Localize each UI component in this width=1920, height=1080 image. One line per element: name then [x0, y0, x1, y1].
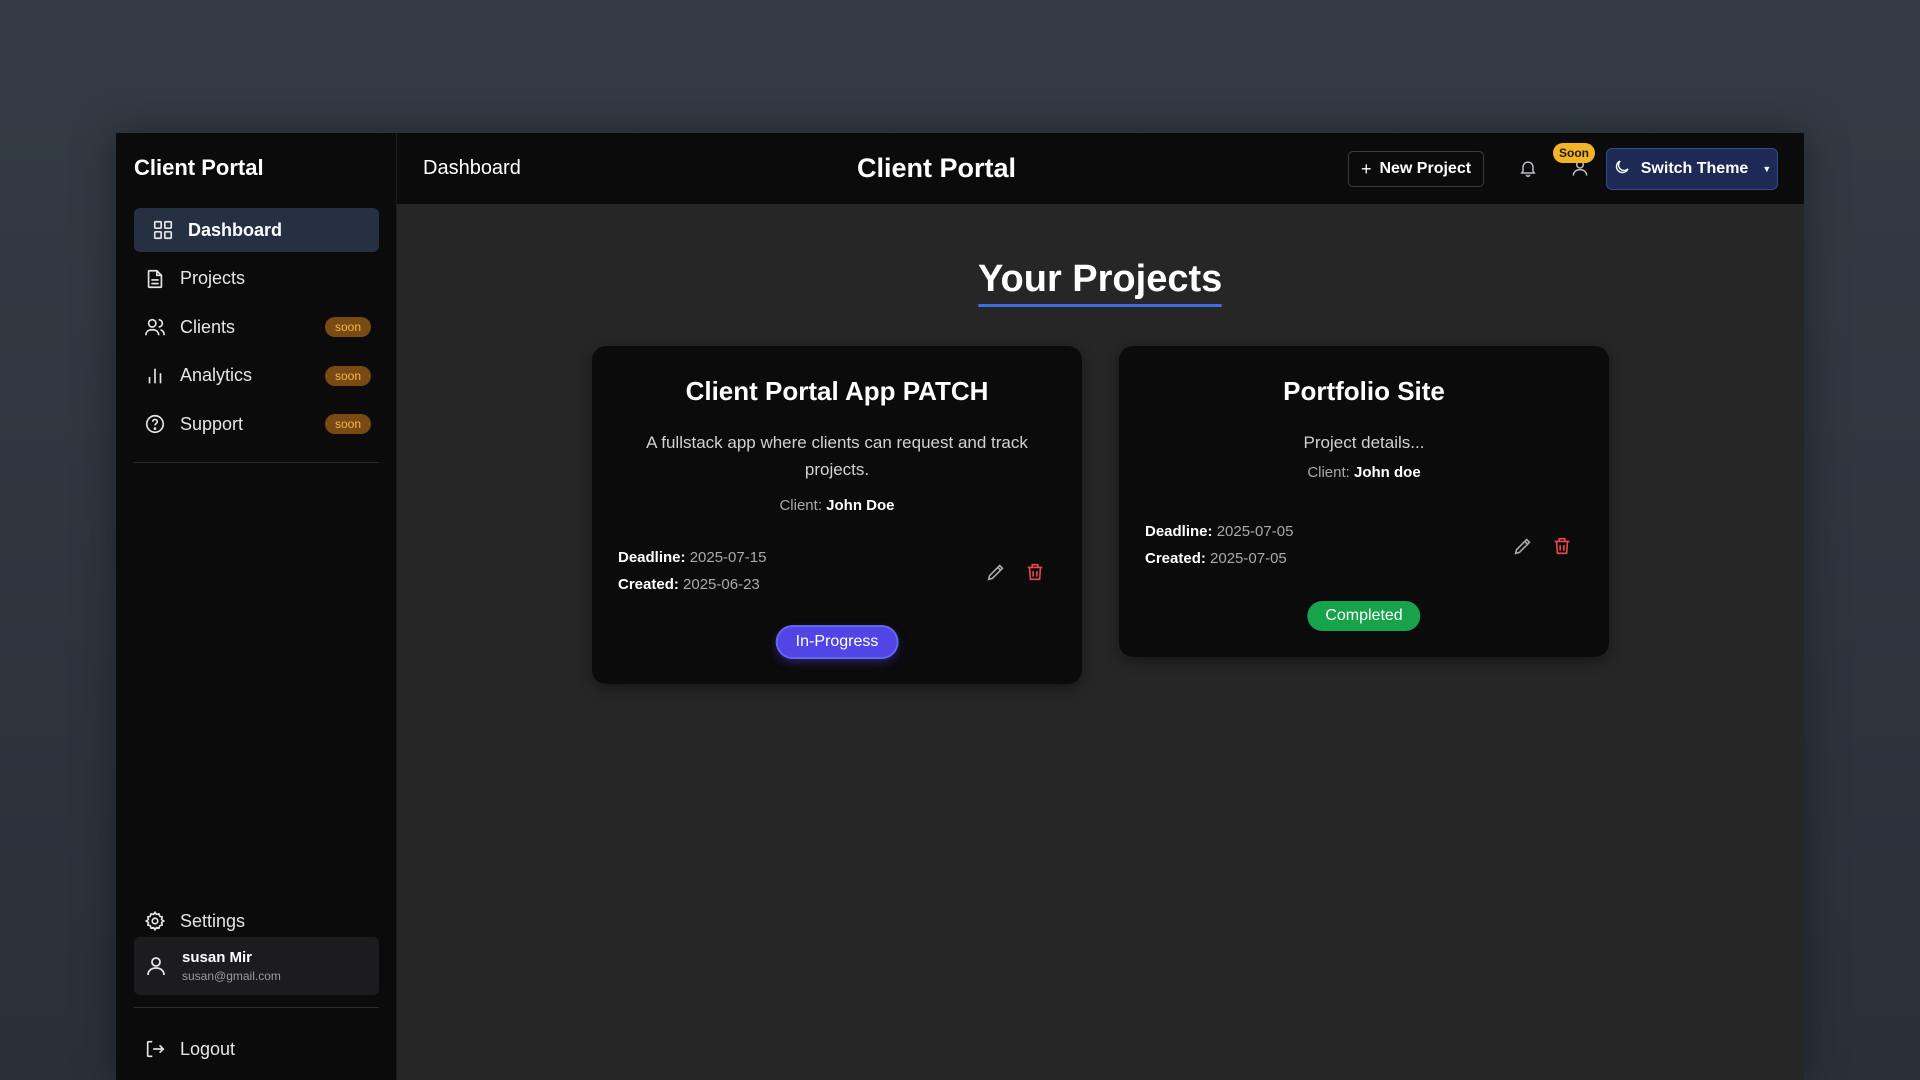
- app-title: Client Portal: [857, 153, 1017, 183]
- user-name: susan Mir: [182, 949, 253, 966]
- heading-underline: [978, 304, 1222, 307]
- page-title: Dashboard: [423, 157, 521, 179]
- pencil-icon[interactable]: [985, 561, 1007, 583]
- project-description: A fullstack app where clients can reques…: [646, 433, 1028, 479]
- sidebar-item-label: Analytics: [180, 365, 253, 385]
- created-value: 2025-07-05: [1210, 550, 1287, 567]
- sidebar-nav: Dashboard Projects Clients soon Analytic…: [134, 208, 379, 451]
- sidebar-brand: Client Portal: [134, 155, 264, 180]
- sidebar: Client Portal Dashboard Projects Clients: [116, 133, 397, 1080]
- app-window: Client Portal Dashboard Projects Clients: [116, 133, 1804, 1080]
- new-project-label: New Project: [1379, 160, 1472, 177]
- logout-label: Logout: [180, 1038, 236, 1059]
- sidebar-item-support[interactable]: Support soon: [134, 402, 379, 446]
- project-description: Project details...: [1303, 433, 1425, 452]
- soon-badge: soon: [324, 365, 371, 386]
- client-name: John Doe: [826, 497, 895, 514]
- user-card[interactable]: susan Mir susan@gmail.com: [134, 937, 379, 995]
- project-card: Portfolio Site Project details... Client…: [1119, 346, 1609, 657]
- pencil-icon[interactable]: [1512, 535, 1534, 557]
- user-icon: [144, 954, 168, 978]
- help-icon: [144, 413, 166, 435]
- sidebar-item-label: Clients: [180, 316, 236, 337]
- switch-theme-label: Switch Theme: [1640, 160, 1749, 177]
- project-client: Client: John doe: [1119, 464, 1609, 481]
- project-title: Portfolio Site: [1283, 376, 1445, 406]
- topbar: Dashboard Client Portal + New Project So…: [397, 133, 1804, 204]
- users-icon: [144, 316, 166, 338]
- trash-icon[interactable]: [1551, 535, 1573, 557]
- deadline-label: Deadline:: [1145, 523, 1213, 540]
- soon-badge: soon: [324, 317, 371, 337]
- client-label: Client:: [1307, 464, 1350, 481]
- project-dates: Deadline: 2025-07-05 Created: 2025-07-05: [1145, 518, 1293, 572]
- logout-button[interactable]: Logout: [134, 1027, 379, 1071]
- logout-icon: [144, 1038, 166, 1060]
- bell-icon[interactable]: [1518, 158, 1538, 178]
- plus-icon: +: [1360, 158, 1372, 179]
- sidebar-item-clients[interactable]: Clients soon: [134, 305, 379, 349]
- created-value: 2025-06-23: [683, 576, 760, 593]
- sidebar-item-label: Support: [180, 413, 244, 434]
- sidebar-item-projects[interactable]: Projects: [134, 257, 379, 301]
- project-dates: Deadline: 2025-07-15 Created: 2025-06-23: [618, 544, 766, 598]
- trash-icon[interactable]: [1024, 561, 1046, 583]
- status-badge: Completed: [1307, 601, 1421, 631]
- chevron-down-icon: ▼: [1762, 164, 1772, 174]
- status-badge: In-Progress: [777, 627, 897, 657]
- soon-badge: soon: [324, 414, 371, 434]
- deadline-value: 2025-07-15: [689, 549, 767, 566]
- sidebar-item-label: Projects: [180, 268, 246, 288]
- sidebar-item-analytics[interactable]: Analytics soon: [134, 354, 379, 398]
- bar-chart-icon: [144, 365, 166, 387]
- soon-badge: Soon: [1553, 143, 1595, 163]
- switch-theme-button[interactable]: Switch Theme ▼: [1606, 148, 1778, 190]
- projects-heading: Your Projects: [978, 258, 1223, 300]
- sidebar-divider: [134, 1007, 379, 1008]
- sidebar-item-dashboard[interactable]: Dashboard: [134, 208, 379, 252]
- created-label: Created:: [1145, 550, 1206, 567]
- settings-label: Settings: [180, 910, 246, 931]
- project-card: Client Portal App PATCH A fullstack app …: [592, 346, 1082, 684]
- sidebar-item-label: Dashboard: [188, 219, 283, 240]
- client-name: John doe: [1354, 464, 1421, 481]
- grid-icon: [152, 219, 174, 241]
- deadline-value: 2025-07-05: [1216, 523, 1294, 540]
- moon-icon: [1613, 158, 1631, 181]
- gear-icon: [144, 910, 166, 932]
- sidebar-divider: [134, 462, 379, 463]
- project-client: Client: John Doe: [592, 497, 1082, 514]
- client-label: Client:: [779, 497, 822, 514]
- new-project-button[interactable]: + New Project: [1348, 151, 1484, 187]
- user-email: susan@gmail.com: [182, 969, 281, 983]
- document-icon: [144, 268, 166, 290]
- created-label: Created:: [618, 576, 679, 593]
- project-title: Client Portal App PATCH: [685, 376, 989, 406]
- deadline-label: Deadline:: [618, 549, 686, 566]
